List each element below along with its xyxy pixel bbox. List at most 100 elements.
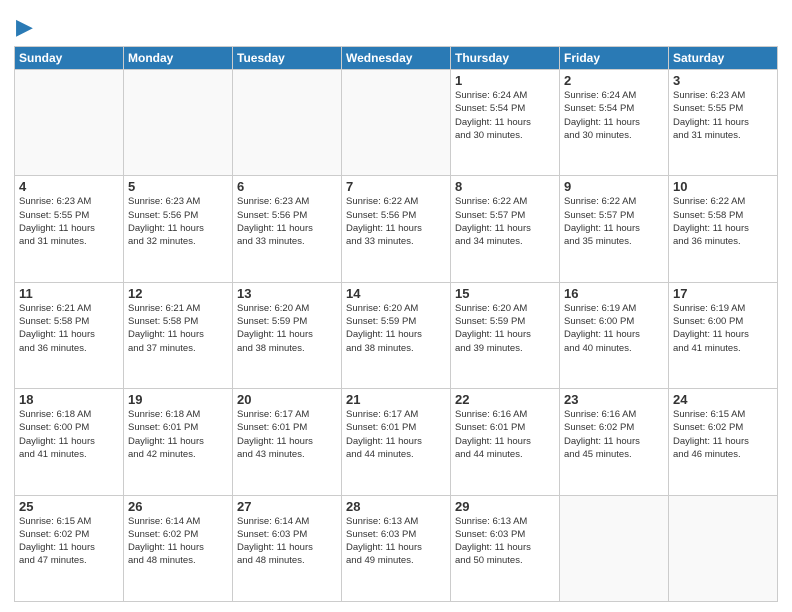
calendar-cell <box>124 70 233 176</box>
calendar-cell: 24Sunrise: 6:15 AM Sunset: 6:02 PM Dayli… <box>669 389 778 495</box>
day-number: 23 <box>564 392 664 407</box>
day-number: 28 <box>346 499 446 514</box>
calendar-cell: 26Sunrise: 6:14 AM Sunset: 6:02 PM Dayli… <box>124 495 233 601</box>
day-info: Sunrise: 6:15 AM Sunset: 6:02 PM Dayligh… <box>673 408 773 461</box>
calendar-cell: 19Sunrise: 6:18 AM Sunset: 6:01 PM Dayli… <box>124 389 233 495</box>
logo-bird-icon: ▶ <box>16 14 33 40</box>
day-number: 10 <box>673 179 773 194</box>
day-number: 7 <box>346 179 446 194</box>
calendar-cell: 12Sunrise: 6:21 AM Sunset: 5:58 PM Dayli… <box>124 282 233 388</box>
weekday-header-saturday: Saturday <box>669 47 778 70</box>
calendar-cell: 18Sunrise: 6:18 AM Sunset: 6:00 PM Dayli… <box>15 389 124 495</box>
calendar-week-4: 18Sunrise: 6:18 AM Sunset: 6:00 PM Dayli… <box>15 389 778 495</box>
day-number: 2 <box>564 73 664 88</box>
day-number: 16 <box>564 286 664 301</box>
day-info: Sunrise: 6:21 AM Sunset: 5:58 PM Dayligh… <box>19 302 119 355</box>
calendar-cell: 5Sunrise: 6:23 AM Sunset: 5:56 PM Daylig… <box>124 176 233 282</box>
day-number: 12 <box>128 286 228 301</box>
calendar-cell: 15Sunrise: 6:20 AM Sunset: 5:59 PM Dayli… <box>451 282 560 388</box>
day-info: Sunrise: 6:20 AM Sunset: 5:59 PM Dayligh… <box>237 302 337 355</box>
day-info: Sunrise: 6:14 AM Sunset: 6:02 PM Dayligh… <box>128 515 228 568</box>
day-number: 24 <box>673 392 773 407</box>
calendar-cell: 9Sunrise: 6:22 AM Sunset: 5:57 PM Daylig… <box>560 176 669 282</box>
calendar-week-1: 1Sunrise: 6:24 AM Sunset: 5:54 PM Daylig… <box>15 70 778 176</box>
calendar-cell <box>342 70 451 176</box>
weekday-header-friday: Friday <box>560 47 669 70</box>
day-number: 29 <box>455 499 555 514</box>
day-number: 27 <box>237 499 337 514</box>
day-number: 21 <box>346 392 446 407</box>
calendar-table: SundayMondayTuesdayWednesdayThursdayFrid… <box>14 46 778 602</box>
day-info: Sunrise: 6:15 AM Sunset: 6:02 PM Dayligh… <box>19 515 119 568</box>
day-number: 22 <box>455 392 555 407</box>
day-number: 19 <box>128 392 228 407</box>
day-info: Sunrise: 6:13 AM Sunset: 6:03 PM Dayligh… <box>455 515 555 568</box>
day-info: Sunrise: 6:17 AM Sunset: 6:01 PM Dayligh… <box>237 408 337 461</box>
day-number: 9 <box>564 179 664 194</box>
day-info: Sunrise: 6:19 AM Sunset: 6:00 PM Dayligh… <box>564 302 664 355</box>
day-info: Sunrise: 6:23 AM Sunset: 5:56 PM Dayligh… <box>128 195 228 248</box>
calendar-cell <box>560 495 669 601</box>
calendar-cell: 13Sunrise: 6:20 AM Sunset: 5:59 PM Dayli… <box>233 282 342 388</box>
header: ▶ <box>14 10 778 40</box>
day-number: 5 <box>128 179 228 194</box>
day-info: Sunrise: 6:20 AM Sunset: 5:59 PM Dayligh… <box>346 302 446 355</box>
day-number: 11 <box>19 286 119 301</box>
day-info: Sunrise: 6:24 AM Sunset: 5:54 PM Dayligh… <box>455 89 555 142</box>
calendar-cell: 4Sunrise: 6:23 AM Sunset: 5:55 PM Daylig… <box>15 176 124 282</box>
calendar-week-3: 11Sunrise: 6:21 AM Sunset: 5:58 PM Dayli… <box>15 282 778 388</box>
calendar-cell: 27Sunrise: 6:14 AM Sunset: 6:03 PM Dayli… <box>233 495 342 601</box>
day-info: Sunrise: 6:18 AM Sunset: 6:01 PM Dayligh… <box>128 408 228 461</box>
day-info: Sunrise: 6:19 AM Sunset: 6:00 PM Dayligh… <box>673 302 773 355</box>
day-info: Sunrise: 6:16 AM Sunset: 6:01 PM Dayligh… <box>455 408 555 461</box>
day-number: 13 <box>237 286 337 301</box>
day-number: 17 <box>673 286 773 301</box>
calendar-cell <box>669 495 778 601</box>
day-number: 6 <box>237 179 337 194</box>
day-number: 14 <box>346 286 446 301</box>
day-info: Sunrise: 6:21 AM Sunset: 5:58 PM Dayligh… <box>128 302 228 355</box>
weekday-header-tuesday: Tuesday <box>233 47 342 70</box>
day-number: 4 <box>19 179 119 194</box>
day-number: 26 <box>128 499 228 514</box>
weekday-header-sunday: Sunday <box>15 47 124 70</box>
calendar-cell: 8Sunrise: 6:22 AM Sunset: 5:57 PM Daylig… <box>451 176 560 282</box>
day-info: Sunrise: 6:23 AM Sunset: 5:56 PM Dayligh… <box>237 195 337 248</box>
day-info: Sunrise: 6:22 AM Sunset: 5:56 PM Dayligh… <box>346 195 446 248</box>
calendar-cell: 20Sunrise: 6:17 AM Sunset: 6:01 PM Dayli… <box>233 389 342 495</box>
calendar-cell: 7Sunrise: 6:22 AM Sunset: 5:56 PM Daylig… <box>342 176 451 282</box>
day-info: Sunrise: 6:20 AM Sunset: 5:59 PM Dayligh… <box>455 302 555 355</box>
calendar-week-2: 4Sunrise: 6:23 AM Sunset: 5:55 PM Daylig… <box>15 176 778 282</box>
calendar-cell: 29Sunrise: 6:13 AM Sunset: 6:03 PM Dayli… <box>451 495 560 601</box>
day-number: 15 <box>455 286 555 301</box>
weekday-header-wednesday: Wednesday <box>342 47 451 70</box>
calendar-cell: 25Sunrise: 6:15 AM Sunset: 6:02 PM Dayli… <box>15 495 124 601</box>
calendar-cell: 22Sunrise: 6:16 AM Sunset: 6:01 PM Dayli… <box>451 389 560 495</box>
calendar-cell: 2Sunrise: 6:24 AM Sunset: 5:54 PM Daylig… <box>560 70 669 176</box>
calendar-cell: 16Sunrise: 6:19 AM Sunset: 6:00 PM Dayli… <box>560 282 669 388</box>
day-number: 1 <box>455 73 555 88</box>
day-info: Sunrise: 6:13 AM Sunset: 6:03 PM Dayligh… <box>346 515 446 568</box>
calendar-cell: 28Sunrise: 6:13 AM Sunset: 6:03 PM Dayli… <box>342 495 451 601</box>
calendar-cell: 10Sunrise: 6:22 AM Sunset: 5:58 PM Dayli… <box>669 176 778 282</box>
calendar-cell <box>233 70 342 176</box>
calendar-cell: 11Sunrise: 6:21 AM Sunset: 5:58 PM Dayli… <box>15 282 124 388</box>
weekday-header-row: SundayMondayTuesdayWednesdayThursdayFrid… <box>15 47 778 70</box>
calendar-week-5: 25Sunrise: 6:15 AM Sunset: 6:02 PM Dayli… <box>15 495 778 601</box>
calendar-cell: 1Sunrise: 6:24 AM Sunset: 5:54 PM Daylig… <box>451 70 560 176</box>
day-number: 25 <box>19 499 119 514</box>
day-info: Sunrise: 6:22 AM Sunset: 5:58 PM Dayligh… <box>673 195 773 248</box>
calendar-cell: 21Sunrise: 6:17 AM Sunset: 6:01 PM Dayli… <box>342 389 451 495</box>
calendar-cell: 6Sunrise: 6:23 AM Sunset: 5:56 PM Daylig… <box>233 176 342 282</box>
day-number: 8 <box>455 179 555 194</box>
calendar-cell: 3Sunrise: 6:23 AM Sunset: 5:55 PM Daylig… <box>669 70 778 176</box>
day-info: Sunrise: 6:18 AM Sunset: 6:00 PM Dayligh… <box>19 408 119 461</box>
day-info: Sunrise: 6:14 AM Sunset: 6:03 PM Dayligh… <box>237 515 337 568</box>
day-number: 20 <box>237 392 337 407</box>
calendar-cell: 14Sunrise: 6:20 AM Sunset: 5:59 PM Dayli… <box>342 282 451 388</box>
day-number: 3 <box>673 73 773 88</box>
calendar-cell <box>15 70 124 176</box>
weekday-header-monday: Monday <box>124 47 233 70</box>
calendar-body: 1Sunrise: 6:24 AM Sunset: 5:54 PM Daylig… <box>15 70 778 602</box>
weekday-header-thursday: Thursday <box>451 47 560 70</box>
